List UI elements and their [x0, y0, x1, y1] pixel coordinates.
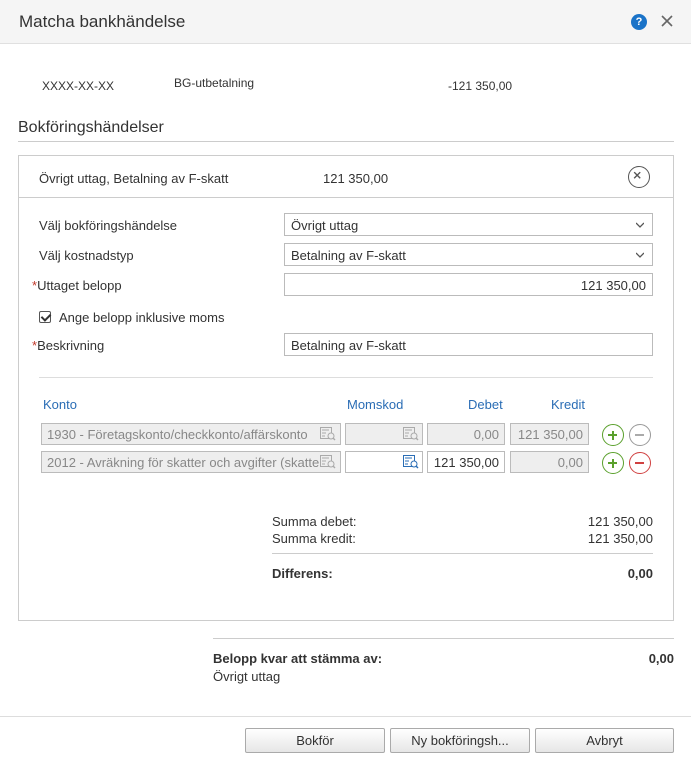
event-type-value: Övrigt uttag	[291, 218, 359, 233]
row-1-debet[interactable]: 0,00	[427, 423, 505, 445]
amount-label-text: Uttaget belopp	[37, 278, 122, 293]
remaining-label: Belopp kvar att stämma av:	[213, 651, 383, 666]
cost-type-label: Välj kostnadstyp	[39, 248, 134, 263]
row-2-konto[interactable]: 2012 - Avräkning för skatter och avgifte…	[41, 451, 341, 473]
lookup-icon[interactable]	[403, 427, 419, 441]
description-label-text: Beskrivning	[37, 338, 105, 353]
row-2-debet[interactable]: 121 350,00	[427, 451, 505, 473]
remaining-sub: Övrigt uttag	[213, 669, 281, 684]
transaction-date: XXXX-XX-XX	[42, 79, 115, 93]
amount-label: *Uttaget belopp	[32, 278, 122, 293]
remaining-divider	[213, 638, 674, 639]
dialog-title: Matcha bankhändelse	[19, 12, 186, 31]
footer-divider	[0, 716, 691, 717]
booking-event-panel: Övrigt uttag, Betalning av F-skatt 121 3…	[18, 155, 674, 621]
cost-type-select[interactable]: Betalning av F-skatt	[284, 243, 653, 266]
dialog-header: Matcha bankhändelse ?	[0, 0, 691, 44]
help-icon[interactable]: ?	[631, 14, 647, 30]
add-row-button[interactable]	[602, 452, 624, 474]
close-icon[interactable]	[660, 14, 674, 28]
amount-input[interactable]: 121 350,00	[284, 273, 653, 296]
event-type-select[interactable]: Övrigt uttag	[284, 213, 653, 236]
row-1-kredit[interactable]: 121 350,00	[510, 423, 589, 445]
sum-kredit-label: Summa kredit:	[272, 531, 356, 546]
incl-vat-label: Ange belopp inklusive moms	[59, 310, 225, 325]
book-button[interactable]: Bokför	[245, 728, 385, 753]
remove-row-button-disabled[interactable]	[629, 424, 651, 446]
add-row-button[interactable]	[602, 424, 624, 446]
new-event-button[interactable]: Ny bokföringsh...	[390, 728, 530, 753]
description-input[interactable]: Betalning av F-skatt	[284, 333, 653, 356]
row-1-konto-value: 1930 - Företagskonto/checkkonto/affärsko…	[47, 427, 308, 442]
transaction-amount: -121 350,00	[448, 79, 513, 93]
chevron-down-icon	[636, 222, 644, 228]
row-1-konto[interactable]: 1930 - Företagskonto/checkkonto/affärsko…	[41, 423, 341, 445]
col-kredit: Kredit	[551, 397, 585, 412]
incl-vat-checkbox[interactable]	[39, 311, 51, 323]
lookup-icon[interactable]	[403, 455, 419, 469]
row-2-kredit[interactable]: 0,00	[510, 451, 589, 473]
col-konto: Konto	[43, 397, 77, 412]
sum-kredit-value: 121 350,00	[587, 531, 653, 546]
event-type-label: Välj bokföringshändelse	[39, 218, 178, 233]
sum-debet-label: Summa debet:	[272, 514, 357, 529]
transaction-type: BG-utbetalning	[174, 76, 255, 90]
col-momskod: Momskod	[347, 397, 404, 412]
cancel-button[interactable]: Avbryt	[535, 728, 674, 753]
cost-type-value: Betalning av F-skatt	[291, 248, 406, 263]
remove-event-button[interactable]	[628, 166, 650, 188]
remaining-value: 0,00	[648, 651, 674, 666]
sum-debet-value: 121 350,00	[587, 514, 653, 529]
row-2-konto-value: 2012 - Avräkning för skatter och avgifte…	[47, 455, 319, 470]
close-icon	[633, 171, 641, 179]
diff-value: 0,00	[627, 566, 653, 581]
col-debet: Debet	[468, 397, 503, 412]
lookup-icon[interactable]	[320, 455, 336, 469]
lookup-icon[interactable]	[320, 427, 336, 441]
chevron-down-icon	[636, 252, 644, 258]
section-divider	[39, 377, 653, 378]
event-header-amount: 121 350,00	[323, 171, 389, 186]
description-label: *Beskrivning	[32, 338, 104, 353]
remove-row-button[interactable]	[629, 452, 651, 474]
diff-label: Differens:	[272, 566, 333, 581]
section-title: Bokföringshändelser	[18, 119, 674, 142]
event-header-label: Övrigt uttag, Betalning av F-skatt	[39, 171, 229, 186]
event-panel-header: Övrigt uttag, Betalning av F-skatt 121 3…	[19, 156, 673, 198]
totals-divider	[272, 553, 653, 554]
